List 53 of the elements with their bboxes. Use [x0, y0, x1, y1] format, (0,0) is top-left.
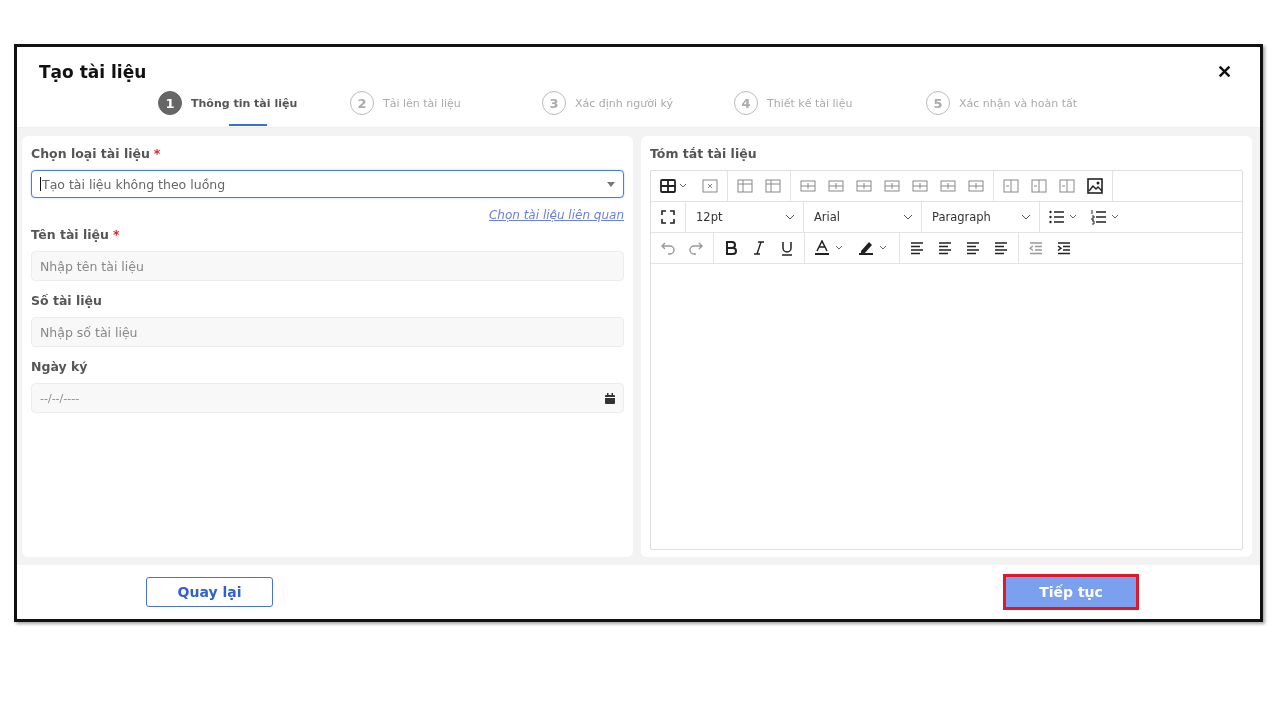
- step-number: 1: [158, 91, 182, 115]
- bold-icon[interactable]: [723, 240, 739, 256]
- font-size-dropdown[interactable]: 12pt: [686, 202, 804, 232]
- table-row-icon[interactable]: [800, 178, 816, 194]
- field-label: Số tài liệu: [31, 293, 103, 308]
- image-icon[interactable]: [1087, 178, 1103, 194]
- required-mark: *: [112, 227, 120, 242]
- chevron-icon: [1021, 214, 1031, 220]
- step-tab[interactable]: 1 Thông tin tài liệu: [158, 85, 350, 127]
- fullscreen-icon[interactable]: [660, 209, 676, 225]
- input-field[interactable]: Nhập số tài liệu: [31, 317, 624, 347]
- chevron-icon: [785, 214, 795, 220]
- table-row-icon[interactable]: [912, 178, 928, 194]
- back-button[interactable]: Quay lại: [146, 577, 273, 607]
- outdent-icon[interactable]: [1028, 240, 1044, 256]
- table-row-icon[interactable]: [884, 178, 900, 194]
- block-format-dropdown[interactable]: Paragraph: [922, 202, 1040, 232]
- table-column-icon[interactable]: [1059, 178, 1075, 194]
- italic-icon[interactable]: [751, 240, 767, 256]
- calendar-icon: [605, 392, 615, 404]
- indent-icon[interactable]: [1056, 240, 1072, 256]
- numbered-list-icon[interactable]: [1091, 209, 1121, 225]
- input-field[interactable]: Nhập tên tài liệu: [31, 251, 624, 281]
- align-icon[interactable]: [965, 240, 981, 256]
- field-label: Ngày ký: [31, 359, 89, 374]
- bulleted-list-icon[interactable]: [1049, 209, 1079, 225]
- align-icon[interactable]: [937, 240, 953, 256]
- undo-icon[interactable]: [660, 240, 676, 256]
- font-family-dropdown[interactable]: Arial: [804, 202, 922, 232]
- related-documents-link[interactable]: Chọn tài liệu liên quan: [488, 208, 624, 222]
- table-cell-icon[interactable]: [737, 178, 753, 194]
- date-field[interactable]: --/--/----: [31, 383, 624, 413]
- required-mark: *: [153, 146, 161, 161]
- field-label: Chọn loại tài liệu *: [31, 146, 162, 161]
- align-icon[interactable]: [909, 240, 925, 256]
- dialog-title: Tạo tài liệu: [39, 62, 147, 82]
- table-row-icon[interactable]: [940, 178, 956, 194]
- table-column-icon[interactable]: [1031, 178, 1047, 194]
- table-column-icon[interactable]: [1003, 178, 1019, 194]
- table-row-icon[interactable]: [856, 178, 872, 194]
- field-label: Tóm tắt tài liệu: [650, 146, 758, 161]
- delete-table-icon[interactable]: [702, 178, 718, 194]
- align-icon[interactable]: [993, 240, 1009, 256]
- document-type-dropdown[interactable]: Tạo tài liệu không theo luồng: [31, 170, 624, 198]
- table-row-icon[interactable]: [828, 178, 844, 194]
- underline-icon[interactable]: [779, 240, 795, 256]
- close-button[interactable]: ✕: [1213, 61, 1236, 83]
- table-row-icon[interactable]: [968, 178, 984, 194]
- field-label: Tên tài liệu *: [31, 227, 121, 242]
- redo-icon[interactable]: [688, 240, 704, 256]
- chevron-icon: [903, 214, 913, 220]
- dropdown-caret-icon: [607, 181, 615, 187]
- table-cell-icon[interactable]: [765, 178, 781, 194]
